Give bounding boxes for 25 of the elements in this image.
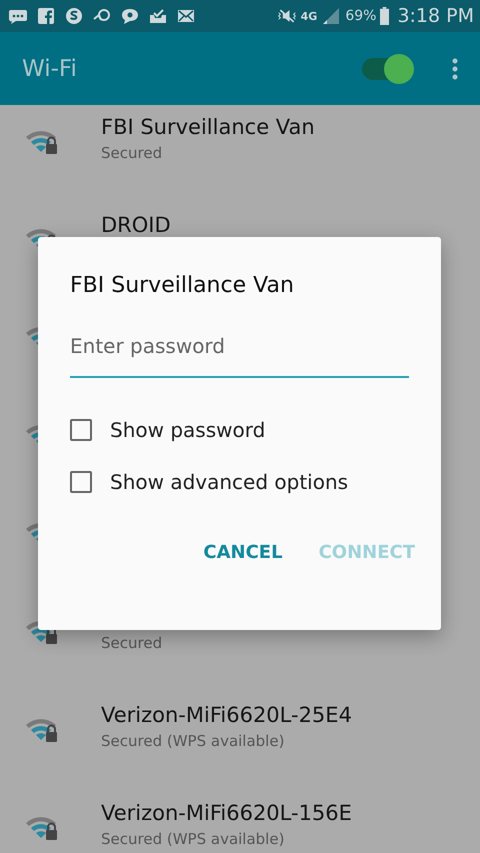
network-name[interactable]: Verizon-MiFi6620L-156E: [101, 799, 352, 827]
network-status: Secured (WPS available): [101, 830, 286, 848]
network-name[interactable]: DROID: [101, 211, 171, 239]
checkbox-label[interactable]: Show password: [110, 418, 266, 442]
screen-title: Wi-Fi: [22, 56, 78, 82]
checkbox[interactable]: [70, 419, 92, 441]
network-name[interactable]: Verizon-MiFi6620L-25E4: [101, 701, 352, 729]
checkbox-label[interactable]: Show advanced options: [110, 470, 348, 494]
chat-bubble-icon: [64, 6, 84, 26]
battery-icon: [380, 7, 390, 25]
social-icon: [36, 6, 56, 26]
password-field[interactable]: Enter password: [70, 330, 409, 378]
clock: 3:18 PM: [397, 5, 474, 27]
network-status: Secured: [101, 634, 162, 652]
signal-icon: [321, 6, 342, 26]
battery-level: 69%: [345, 8, 376, 24]
more-options-icon[interactable]: [452, 58, 458, 80]
network-status: Secured (WPS available): [101, 732, 286, 750]
dialog-button[interactable]: CANCEL: [199, 538, 287, 567]
dialog-title: FBI Surveillance Van: [70, 273, 295, 298]
message-icon: [120, 6, 140, 26]
network-status: Secured: [101, 144, 164, 162]
network-type: 4G: [300, 10, 318, 22]
checkbox[interactable]: [70, 471, 92, 493]
network-name[interactable]: FBI Surveillance Van: [101, 113, 315, 141]
